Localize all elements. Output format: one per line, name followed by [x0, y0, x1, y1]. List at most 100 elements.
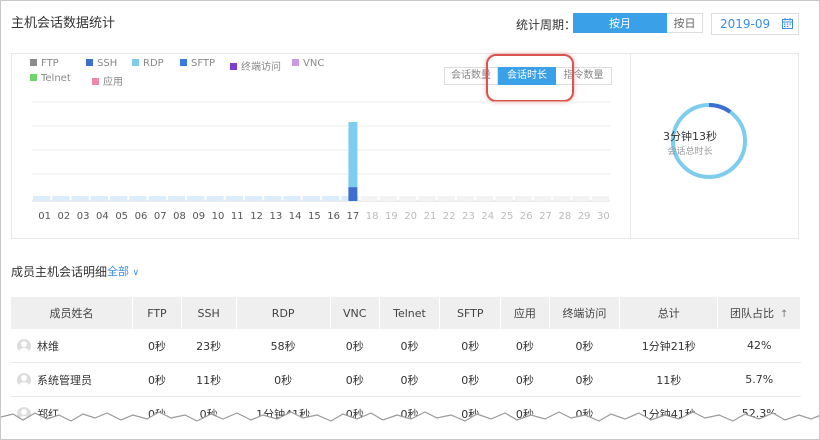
x-tick-label: 01: [38, 211, 51, 222]
day-band-13: [264, 196, 282, 201]
x-tick-label: 10: [211, 211, 225, 222]
bar-ssh-17: [348, 187, 358, 201]
member-filter-dropdown[interactable]: 全部 ∨: [107, 263, 139, 279]
avatar: [17, 372, 31, 387]
x-tick-label: 19: [385, 211, 398, 222]
x-tick-label: 17: [346, 211, 360, 222]
column-header-label: 团队占比: [729, 307, 774, 320]
day-band-26: [514, 196, 532, 201]
table-row: 林维 0秒 23秒 58秒 0秒 0秒 0秒 0秒 0秒 1分钟21秒 42%: [11, 329, 801, 363]
day-band-06: [129, 196, 147, 201]
day-band-20: [399, 196, 417, 201]
x-tick-label: 16: [327, 211, 340, 222]
column-header-10[interactable]: 团队占比 ↑: [717, 297, 801, 329]
page-title: 主机会话数据统计: [11, 16, 116, 31]
column-header-0: 成员姓名: [11, 297, 134, 329]
day-band-18: [360, 196, 378, 201]
table-cell: 0秒: [132, 362, 182, 397]
chevron-down-icon: ∨: [132, 268, 140, 278]
x-tick-label: 06: [134, 211, 148, 222]
table-cell: 0秒: [500, 362, 550, 397]
x-tick-label: 05: [115, 211, 129, 222]
bar-rdp-17: [348, 122, 358, 188]
month-picker-value: 2019-09: [720, 17, 771, 31]
table-header-row: 成员姓名 FTP SSH RDP VNC Telnet SFTP 应用 终端访问 总计 团队占比 ↑: [11, 297, 801, 329]
table-cell: 0秒: [236, 362, 331, 397]
x-tick-label: 20: [404, 211, 418, 222]
table-cell: 42%: [717, 329, 801, 363]
x-tick-label: 23: [462, 211, 475, 222]
month-picker-input[interactable]: 2019-09: [711, 13, 799, 35]
x-tick-label: 22: [442, 211, 456, 222]
day-band-05: [110, 196, 128, 201]
day-band-25: [495, 196, 513, 201]
x-tick-label: 24: [481, 211, 495, 222]
day-band-30: [591, 196, 609, 201]
by-month-button[interactable]: 按月: [573, 13, 667, 33]
x-tick-label: 11: [230, 211, 244, 222]
table-cell: 58秒: [236, 329, 331, 363]
x-tick-label: 07: [153, 211, 167, 222]
x-tick-label: 03: [76, 211, 90, 222]
day-band-10: [206, 196, 224, 201]
column-header-label: SFTP: [456, 306, 484, 320]
column-header-9: 总计: [619, 297, 719, 329]
column-header-label: 总计: [657, 307, 680, 320]
column-header-5: Telnet: [379, 297, 441, 329]
table-cell: 0秒: [439, 329, 501, 363]
column-header-6: SFTP: [439, 297, 502, 329]
column-header-2: SSH: [181, 297, 237, 329]
day-band-01: [33, 196, 51, 201]
day-band-16: [322, 196, 340, 201]
day-band-14: [283, 196, 301, 201]
x-tick-label: 04: [96, 211, 109, 222]
table-cell: 0秒: [330, 362, 380, 397]
member-name-cell: 系统管理员: [11, 362, 133, 397]
table-cell: 5.7%: [717, 362, 801, 397]
arrow-up-icon[interactable]: ↑: [780, 309, 788, 320]
calendar-icon[interactable]: [782, 18, 793, 29]
members-section-title: 成员主机会话明细: [11, 265, 108, 279]
table-cell: 0秒: [330, 329, 380, 363]
column-header-8: 终端访问: [549, 297, 621, 329]
table-row: 系统管理员 0秒 11秒 0秒 0秒 0秒 0秒 0秒 0秒 11秒 5.7%: [11, 362, 801, 397]
table-cell: 0秒: [132, 329, 182, 363]
by-day-button[interactable]: 按日: [667, 13, 703, 33]
app-window: 主机会话数据统计 统计周期： 按月 按日 2019-09 FTP SSH RDP SF…: [0, 0, 820, 440]
column-header-label: 成员姓名: [49, 307, 94, 320]
x-tick-label: 18: [365, 211, 379, 222]
table-cell: 0秒: [549, 329, 620, 363]
x-tick-label: 15: [307, 211, 321, 222]
day-band-24: [476, 196, 494, 201]
x-tick-label: 27: [539, 211, 552, 222]
torn-edge: [1, 411, 819, 439]
column-header-7: 应用: [500, 297, 550, 329]
column-header-label: Telnet: [393, 306, 426, 320]
x-tick-label: 21: [423, 211, 437, 222]
total-duration-value: 3分钟13秒: [663, 130, 717, 143]
column-header-4: VNC: [330, 297, 380, 329]
period-label: 统计周期：: [516, 18, 577, 32]
member-name-cell: 林维: [11, 329, 133, 363]
column-header-label: VNC: [343, 306, 367, 320]
column-header-label: SSH: [197, 306, 220, 320]
table-cell: 0秒: [549, 362, 620, 397]
day-band-11: [225, 196, 243, 201]
x-tick-label: 08: [173, 211, 186, 222]
table-cell: 0秒: [379, 362, 440, 397]
member-filter-label: 全部: [107, 265, 129, 278]
chart-panel: FTP SSH RDP SFTP 终端访问 VNC Telnet 应用 会话数量 会话时长 指…: [11, 53, 799, 239]
x-tick-label: 30: [596, 211, 610, 222]
column-header-label: RDP: [271, 306, 295, 320]
x-tick-label: 09: [192, 211, 206, 222]
day-band-21: [418, 196, 436, 201]
total-duration-caption: 会话总时长: [667, 147, 713, 157]
avatar: [17, 338, 31, 353]
member-name: 林维: [37, 339, 59, 353]
table-cell: 11秒: [181, 362, 237, 397]
x-tick-label: 25: [500, 211, 514, 222]
day-band-08: [167, 196, 186, 201]
column-header-label: 应用: [513, 307, 536, 320]
day-band-23: [456, 196, 475, 201]
day-band-03: [71, 196, 89, 201]
